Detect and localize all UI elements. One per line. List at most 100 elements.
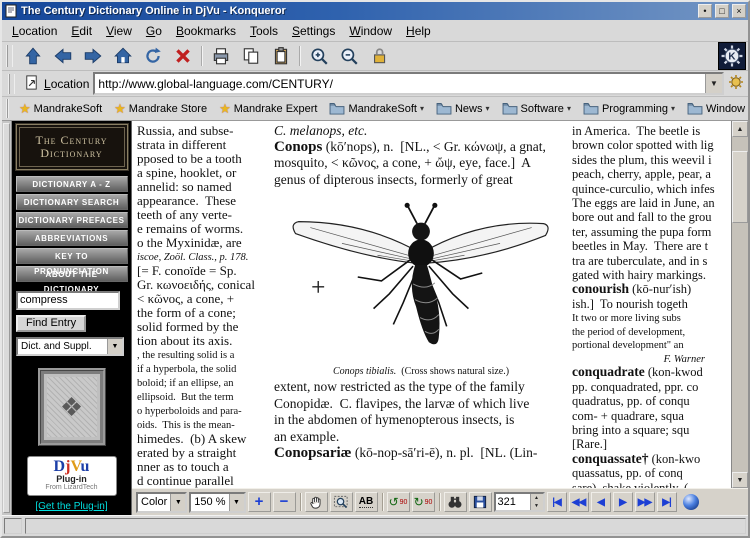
sidebar-scrollbar[interactable] [2, 121, 12, 515]
next-page-button[interactable]: ▶ [613, 492, 633, 512]
text-select-tool-button[interactable]: AB [355, 492, 378, 512]
bookmark-star-icon: ★ [114, 101, 126, 117]
sidebar-nav-button[interactable]: ABOUT THE DICTIONARY [16, 266, 128, 282]
bookmark-folder-item[interactable]: Programming ▾ [577, 100, 681, 117]
stop-button[interactable] [168, 43, 197, 70]
sidebar-nav-button[interactable]: KEY TO PRONUNCIATION [16, 248, 128, 264]
sidebar-nav-button[interactable]: DICTIONARY PREFACES [16, 212, 128, 228]
menu-item[interactable]: Window [342, 22, 399, 40]
paste-button[interactable] [266, 43, 295, 70]
color-mode-select[interactable]: Color ▼ [136, 492, 187, 513]
main-area: The Century Dictionary DICTIONARY A - Z D… [2, 121, 748, 515]
back-ten-pages-button[interactable]: ◀◀ [569, 492, 589, 512]
save-button[interactable] [469, 492, 492, 512]
menu-item[interactable]: Bookmarks [169, 22, 243, 40]
djvu-globe-icon[interactable] [683, 494, 699, 510]
bookmark-label: Programming [602, 103, 668, 115]
zoom-select-tool-button[interactable] [330, 492, 353, 512]
get-plugin-link[interactable]: [Get the Plug-in] [35, 501, 107, 512]
toolbar-grip[interactable] [6, 99, 9, 117]
last-page-button[interactable]: ▶| [657, 492, 677, 512]
bookmark-item[interactable]: ★ MandrakeSoft [13, 99, 108, 119]
dictionary-select-value: Dict. and Suppl. [18, 341, 107, 352]
print-button[interactable] [206, 43, 235, 70]
location-dropdown-arrow[interactable]: ▼ [705, 74, 722, 93]
zoom-out-button[interactable]: − [273, 492, 296, 512]
fly-drawing [280, 192, 562, 360]
vertical-scrollbar[interactable]: ▲ ▼ [731, 121, 748, 488]
bookmark-item[interactable]: ★ Mandrake Store [108, 99, 213, 119]
forward-icon [83, 46, 103, 66]
find-button[interactable] [444, 492, 467, 512]
rotate-left-button[interactable]: ↺90 [387, 492, 410, 512]
menu-item[interactable]: Tools [243, 22, 285, 40]
menu-item[interactable]: Go [139, 22, 169, 40]
rotate-right-button[interactable]: ↻90 [412, 492, 435, 512]
scrollbar-track[interactable] [732, 137, 748, 472]
reload-icon [143, 46, 163, 66]
previous-page-button[interactable]: ◀ [591, 492, 611, 512]
page-column-left: Russia, and subse-strata in differentppo… [137, 124, 268, 488]
sticky-button[interactable]: • [698, 4, 712, 18]
up-button[interactable] [18, 43, 47, 70]
menu-item[interactable]: Location [5, 22, 64, 40]
page-spinner: ▲ ▼ [530, 494, 543, 510]
security-button[interactable] [364, 43, 393, 70]
location-input[interactable] [95, 76, 705, 91]
logo-line: Dictionary [40, 147, 102, 160]
go-gear-icon[interactable] [728, 74, 744, 93]
reload-button[interactable] [138, 43, 167, 70]
zoom-out-button[interactable] [334, 43, 363, 70]
clear-location-icon[interactable] [23, 74, 40, 94]
toolbar-separator [300, 493, 301, 511]
location-combobox: ▼ [93, 72, 724, 95]
sidebar-nav-button[interactable]: DICTIONARY SEARCH [16, 194, 128, 210]
zoom-in-button[interactable] [304, 43, 333, 70]
sidebar-nav-button[interactable]: ABBREVIATIONS [16, 230, 128, 246]
back-button[interactable] [48, 43, 77, 70]
bookmark-folder-item[interactable]: MandrakeSoft ▾ [323, 100, 430, 117]
bookmark-folder-item[interactable]: Window Manager ▾ [681, 100, 748, 117]
toolbar-grip[interactable] [8, 74, 15, 94]
scroll-down-arrow[interactable]: ▼ [732, 472, 748, 488]
zoom-level-select[interactable]: 150 % ▼ [189, 492, 245, 513]
toolbar-grip[interactable] [6, 45, 13, 67]
djvu-plugin-badge[interactable]: DjVu Plug-in From LizardTech [27, 456, 117, 496]
menu-item[interactable]: Help [399, 22, 438, 40]
menu-item[interactable]: View [99, 22, 139, 40]
bookmark-folder-item[interactable]: News ▾ [430, 100, 496, 117]
color-mode-value: Color [138, 496, 170, 508]
page-number-input: ▲ ▼ [494, 492, 545, 512]
forward-button[interactable] [78, 43, 107, 70]
floppy-disk-icon [472, 494, 488, 510]
first-page-button[interactable]: |◀ [547, 492, 567, 512]
zoom-in-button[interactable]: + [248, 492, 271, 512]
scroll-up-arrow[interactable]: ▲ [732, 121, 748, 137]
svg-text:K: K [728, 52, 736, 63]
logo-line: The Century [36, 134, 108, 147]
pan-tool-button[interactable] [305, 492, 328, 512]
page-number-field[interactable] [496, 496, 530, 508]
sidebar-nav-button[interactable]: DICTIONARY A - Z [16, 176, 128, 192]
copy-button[interactable] [236, 43, 265, 70]
menu-item[interactable]: Settings [285, 22, 342, 40]
dictionary-select[interactable]: Dict. and Suppl. ▼ [16, 337, 124, 356]
sidebar-scrollbar-thumb[interactable] [3, 123, 10, 513]
folder-icon [436, 102, 452, 115]
forward-ten-pages-button[interactable]: ▶▶ [635, 492, 655, 512]
copy-icon [241, 46, 261, 66]
bookmark-item[interactable]: ★ Mandrake Expert [213, 99, 323, 119]
spin-down-arrow[interactable]: ▼ [531, 502, 543, 510]
scrollbar-thumb[interactable] [732, 151, 748, 223]
menu-item[interactable]: Edit [64, 22, 99, 40]
find-entry-button[interactable]: Find Entry [16, 315, 86, 332]
title-bar[interactable]: The Century Dictionary Online in DjVu - … [2, 2, 748, 20]
bookmark-folder-item[interactable]: Software ▾ [496, 100, 577, 117]
close-button[interactable]: × [732, 4, 746, 18]
maximize-button[interactable]: □ [715, 4, 729, 18]
spin-up-arrow[interactable]: ▲ [531, 494, 543, 502]
home-button[interactable] [108, 43, 137, 70]
century-dictionary-logo[interactable]: The Century Dictionary [16, 124, 128, 170]
entry-search-input[interactable] [16, 291, 120, 310]
bookmark-label: Window Manager [706, 103, 748, 115]
